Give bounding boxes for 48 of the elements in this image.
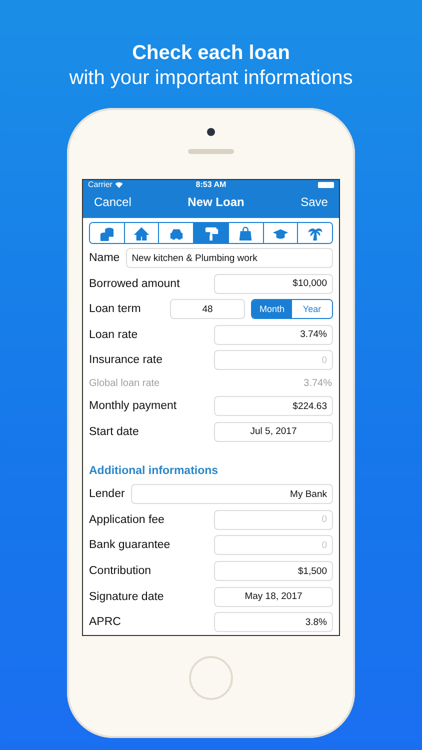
- battery-icon: [318, 182, 334, 188]
- field-label: Loan term: [89, 303, 142, 316]
- camera-icon: [207, 128, 215, 136]
- input-field[interactable]: Jul 5, 2017: [214, 422, 333, 442]
- input-field[interactable]: $224.63: [214, 396, 333, 416]
- input-field[interactable]: 3.74%: [214, 324, 333, 345]
- house-icon: [134, 226, 150, 241]
- headline-subtitle: with your important informations: [69, 66, 353, 91]
- input-field[interactable]: 0: [214, 510, 333, 530]
- headline-title: Check each loan: [132, 41, 290, 65]
- field-label: Lender: [89, 488, 125, 500]
- palm-tree-icon: [308, 226, 323, 241]
- unit-segment[interactable]: Month: [252, 300, 292, 318]
- carrier-label: Carrier: [88, 180, 112, 190]
- field-label: Monthly payment: [89, 400, 178, 412]
- field-label: Start date: [89, 426, 140, 438]
- section-heading: Additional informations: [89, 465, 218, 478]
- input-field[interactable]: New kitchen & Plumbing work: [126, 248, 333, 268]
- save-button[interactable]: Save: [298, 194, 331, 209]
- input-field[interactable]: My Bank: [130, 484, 333, 504]
- input-field[interactable]: $10,000: [214, 274, 333, 294]
- info-value: 3.74%: [304, 378, 333, 389]
- field-label: Loan rate: [89, 328, 139, 341]
- speaker-icon: [188, 149, 234, 154]
- input-field[interactable]: 48: [170, 299, 245, 320]
- paint-roller-icon: [204, 226, 219, 241]
- category-tab[interactable]: [193, 223, 228, 244]
- info-label: Global loan rate: [89, 378, 161, 389]
- field-label: Borrowed amount: [89, 278, 181, 290]
- coins-icon: [99, 226, 114, 241]
- category-tab[interactable]: [297, 223, 332, 244]
- shopping-bag-icon: [238, 226, 254, 241]
- field-label: Name: [89, 252, 120, 264]
- input-field[interactable]: May 18, 2017: [214, 586, 333, 607]
- field-label: Bank guarantee: [89, 539, 172, 552]
- input-field[interactable]: 0: [214, 350, 333, 370]
- wifi-icon: [115, 182, 124, 188]
- field-label: Application fee: [89, 514, 166, 526]
- field-label: Signature date: [89, 590, 165, 603]
- nav-title: New Loan: [188, 194, 244, 209]
- input-field[interactable]: 0: [214, 535, 333, 556]
- input-field[interactable]: 3.8%: [214, 612, 333, 632]
- field-label: APRC: [89, 616, 122, 628]
- field-label: Insurance rate: [89, 354, 164, 366]
- input-field[interactable]: $1,500: [214, 561, 333, 582]
- field-label: Contribution: [89, 565, 152, 578]
- cancel-button[interactable]: Cancel: [91, 194, 134, 209]
- status-time: 8:53 AM: [196, 180, 226, 190]
